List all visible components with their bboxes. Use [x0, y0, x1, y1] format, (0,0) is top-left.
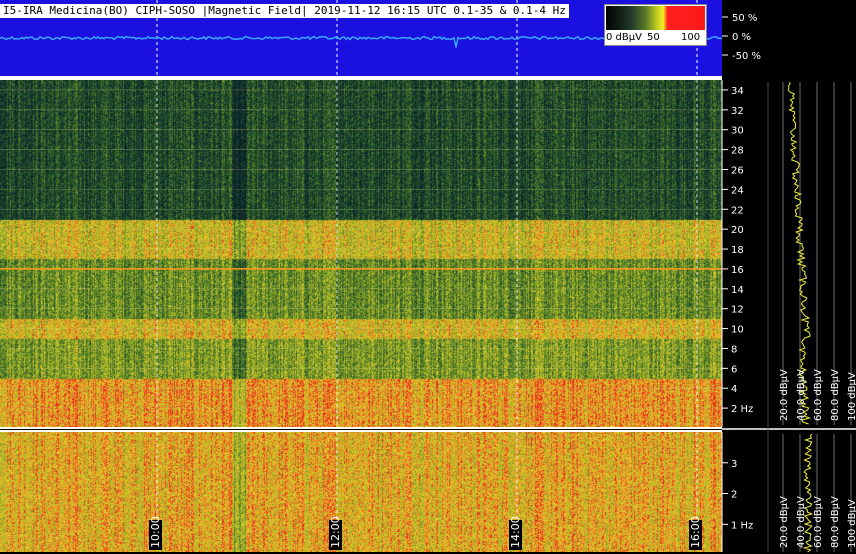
freq-tick-label: 2	[731, 490, 737, 501]
spectrogram-window: 50 % 0 % -50 % I5-IRA Medicina(BO) CIPH-SO…	[0, 0, 856, 554]
time-label: 16:00	[689, 516, 702, 548]
freq-tick-label: 6	[731, 364, 737, 375]
time-label: 12:00	[329, 516, 342, 548]
freq-tick-label: 26	[731, 166, 744, 177]
freq-tick-label: 20	[731, 225, 744, 236]
freq-tick-label: 30	[731, 126, 744, 137]
freq-tick-label: 16	[731, 265, 744, 276]
spectrum-upper-tick-group: 100 dBµV	[847, 372, 856, 421]
spectrum-lower-tick-group: 80.0 dBµV	[830, 496, 841, 548]
spectrum-lower-tick-label: 40.0 dBµV	[796, 496, 807, 548]
spectrum-lower-tick-group: 100 dBµV	[847, 499, 856, 548]
spectrum-lower-tick-group: 40.0 dBµV	[796, 496, 807, 548]
time-label-group: 12:00	[329, 516, 342, 550]
spectrum-lower-tick-group: 60.0 dBµV	[813, 496, 824, 548]
spectrum-upper-tick-label: 60.0 dBµV	[813, 369, 824, 421]
freq-tick-label: 28	[731, 146, 744, 157]
freq-tick-label: 18	[731, 245, 744, 256]
freq-tick-label: 22	[731, 205, 744, 216]
spectrum-upper-tick-group: 60.0 dBµV	[813, 369, 824, 421]
spectrum-lower-tick-label: 60.0 dBµV	[813, 496, 824, 548]
spectrum-upper-tick-group: 80.0 dBµV	[830, 369, 841, 421]
freq-tick-label: 32	[731, 106, 744, 117]
spectrum-upper-tick-label: 40.0 dBµV	[796, 369, 807, 421]
freq-tick-label: 2 Hz	[731, 404, 753, 415]
spectrum-upper-tick-label: 100 dBµV	[847, 372, 856, 421]
spectrum-upper-tick-group: 40.0 dBµV	[796, 369, 807, 421]
freq-tick-label: 34	[731, 86, 744, 97]
time-label-group: 16:00	[689, 516, 702, 550]
freq-tick-label: 1 Hz	[731, 520, 753, 531]
freq-tick-label: 12	[731, 305, 744, 316]
time-label-group: 14:00	[509, 516, 522, 550]
spectrum-upper-tick-group: 20.0 dBµV	[779, 369, 790, 421]
spectrum-upper-tick-label: 80.0 dBµV	[830, 369, 841, 421]
time-label: 10:00	[149, 516, 162, 548]
freq-tick-label: 24	[731, 185, 744, 196]
time-label-group: 10:00	[149, 516, 162, 550]
spectrum-lower-tick-label: 80.0 dBµV	[830, 496, 841, 548]
freq-tick-label: 8	[731, 345, 737, 356]
freq-tick-label: 10	[731, 325, 744, 336]
spectrum-lower-tick-group: 20.0 dBµV	[779, 496, 790, 548]
freq-tick-label: 4	[731, 384, 737, 395]
spectrum-lower-tick-label: 20.0 dBµV	[779, 496, 790, 548]
spectrum-upper-tick-label: 20.0 dBµV	[779, 369, 790, 421]
time-label: 14:00	[509, 516, 522, 548]
freq-tick-label: 3	[731, 459, 737, 470]
chart-overlay: 343230282624222018161412108642 Hz321 Hz1…	[0, 80, 856, 553]
spectrum-lower-tick-label: 100 dBµV	[847, 499, 856, 548]
freq-tick-label: 14	[731, 285, 744, 296]
